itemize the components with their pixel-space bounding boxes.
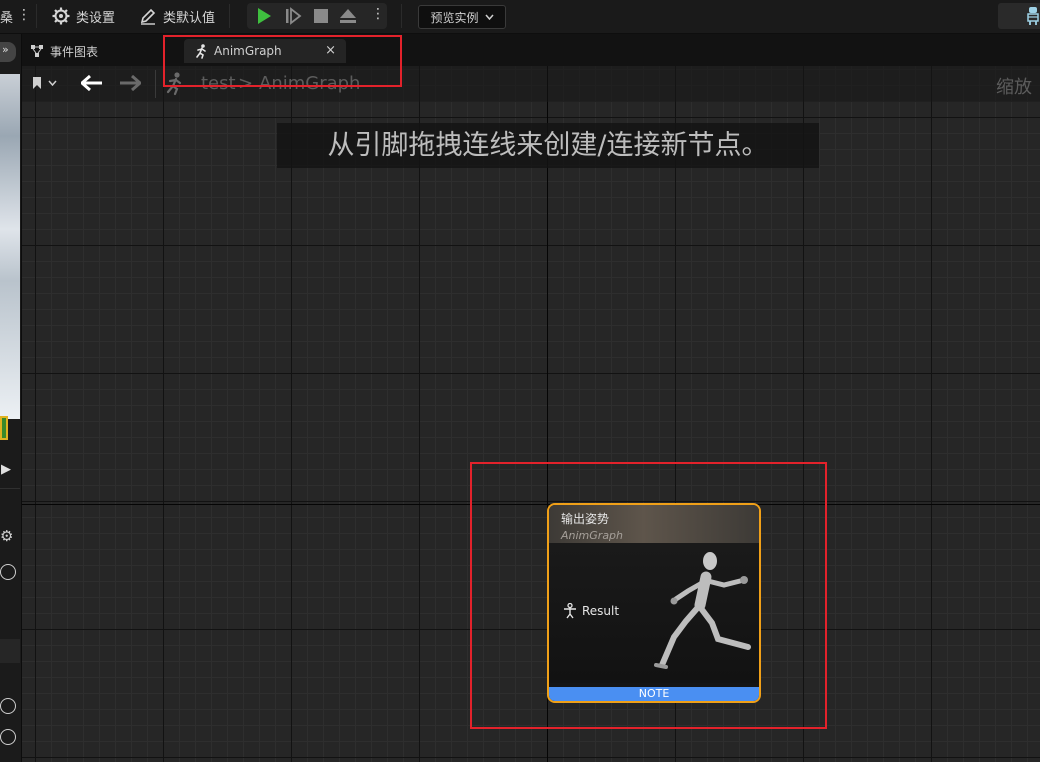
- add-icon[interactable]: [0, 729, 16, 745]
- toolbar-divider: [36, 4, 37, 28]
- eject-icon[interactable]: [339, 7, 357, 25]
- node-highlight-box: [470, 462, 827, 729]
- class-defaults-button[interactable]: 类默认值: [139, 4, 215, 28]
- chevron-down-icon: [48, 80, 57, 86]
- step-frame-icon[interactable]: [284, 7, 302, 25]
- more-options-icon[interactable]: ⋮: [17, 7, 31, 23]
- viewport-preview[interactable]: [0, 74, 20, 419]
- class-settings-button[interactable]: 类设置: [52, 4, 115, 28]
- add-icon[interactable]: [0, 698, 16, 714]
- toolbar-divider: [229, 4, 230, 28]
- tab-highlight-box: [163, 35, 402, 87]
- preview-instance-dropdown[interactable]: 预览实例: [418, 5, 506, 29]
- toolbar-divider: [401, 4, 402, 28]
- settings-gear-icon[interactable]: ⚙: [0, 527, 13, 545]
- play-pause-icon[interactable]: ▶: [1, 462, 11, 477]
- bookmark-dropdown[interactable]: [32, 76, 57, 90]
- play-controls: ⋮: [247, 3, 387, 29]
- graph-hint-text: 从引脚拖拽连线来创建/连接新节点。: [277, 123, 819, 168]
- status-indicator: [0, 416, 8, 440]
- breadcrumb-divider: [155, 70, 156, 98]
- skeleton-icon: [1027, 7, 1039, 25]
- bookmark-icon: [33, 77, 41, 89]
- main-toolbar: 桑 ⋮ 类设置 类默认值 ⋮ 预览实例: [0, 0, 1040, 34]
- expand-panel-button[interactable]: »: [0, 42, 16, 62]
- skeleton-button[interactable]: [998, 3, 1040, 29]
- panel-divider: [0, 488, 20, 489]
- play-icon[interactable]: [255, 7, 273, 25]
- class-defaults-label: 类默认值: [163, 10, 216, 26]
- edit-pencil-icon: [140, 8, 156, 25]
- tab-event-graph[interactable]: 事件图表: [30, 39, 98, 63]
- left-side-panel: » ▶ ⚙: [0, 34, 22, 762]
- play-options-icon[interactable]: ⋮: [371, 6, 385, 22]
- tab-event-graph-label: 事件图表: [50, 44, 99, 59]
- back-arrow-icon[interactable]: [81, 75, 103, 91]
- add-icon[interactable]: [0, 564, 16, 580]
- panel-row: [0, 639, 20, 663]
- event-graph-icon: [31, 45, 43, 57]
- double-chevron-icon: »: [2, 43, 9, 56]
- zoom-level-label: 缩放: [996, 77, 1032, 98]
- chevron-down-icon: [484, 14, 494, 20]
- preview-instance-label: 预览实例: [430, 10, 479, 25]
- gear-icon: [52, 7, 70, 25]
- stop-icon[interactable]: [312, 7, 330, 25]
- class-settings-label: 类设置: [76, 10, 116, 26]
- truncated-menu-label: 桑: [0, 11, 14, 26]
- forward-arrow-icon[interactable]: [119, 75, 141, 91]
